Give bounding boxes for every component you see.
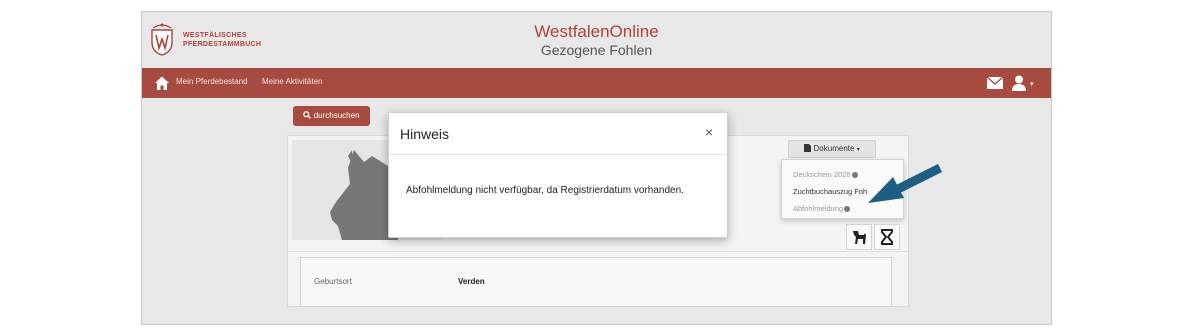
divider — [288, 251, 908, 252]
search-button[interactable]: durchsuchen — [293, 106, 370, 126]
dropdown-item-zuchtbuchauszug[interactable]: Zuchtbuchauszug Foh — [793, 187, 867, 196]
modal-title: Hinweis — [400, 126, 450, 142]
user-icon[interactable] — [1012, 75, 1026, 91]
documents-button[interactable]: Dokumente ▾ — [788, 140, 876, 158]
mail-icon[interactable] — [987, 77, 1003, 89]
modal-message: Abfohlmeldung nicht verfügbar, da Regist… — [406, 185, 684, 196]
nav-item-pferdebestand[interactable]: Mein Pferdebestand — [176, 77, 248, 86]
details-box: Geburtsort Verden — [300, 257, 892, 307]
header: WESTFÄLISCHES PFERDESTAMMBUCH WestfalenO… — [142, 12, 1051, 68]
modal-divider — [389, 154, 727, 155]
close-icon[interactable]: × — [705, 124, 713, 140]
dropdown-item-label: Deckschein 2026 — [793, 170, 851, 179]
notice-modal: Hinweis × Abfohlmeldung nicht verfügbar,… — [388, 112, 728, 238]
home-icon[interactable] — [154, 75, 170, 91]
user-menu-caret-icon[interactable]: ▾ — [1030, 80, 1034, 88]
foal-button[interactable] — [846, 224, 872, 250]
page-title: Gezogene Fohlen — [540, 42, 653, 58]
dropdown-item-label: Abfohlmeldung — [793, 204, 844, 213]
info-icon — [844, 206, 851, 213]
birthplace-value: Verden — [458, 277, 485, 286]
hourglass-icon — [881, 229, 893, 245]
dropdown-item-label: Zuchtbuchauszug Foh — [793, 187, 868, 196]
dropdown-item-deckschein[interactable]: Deckschein 2026 — [793, 170, 858, 179]
document-icon — [804, 144, 812, 152]
search-button-label: durchsuchen — [313, 111, 360, 120]
documents-button-label: Dokumente — [813, 144, 855, 153]
app-title: WestfalenOnline — [534, 22, 659, 41]
hourglass-button[interactable] — [874, 224, 900, 250]
nav-item-aktivitaeten[interactable]: Meine Aktivitäten — [262, 77, 322, 86]
info-icon — [851, 172, 858, 179]
foal-icon — [853, 231, 866, 244]
documents-dropdown: Deckschein 2026 Zuchtbuchauszug Foh Abfo… — [781, 159, 904, 219]
caret-down-icon: ▾ — [856, 147, 860, 153]
search-icon — [303, 111, 312, 119]
birthplace-label: Geburtsort — [314, 277, 352, 286]
dropdown-item-abfohlmeldung[interactable]: Abfohlmeldung — [793, 204, 851, 213]
main-navbar: Mein Pferdebestand Meine Aktivitäten ▾ — [142, 68, 1051, 98]
